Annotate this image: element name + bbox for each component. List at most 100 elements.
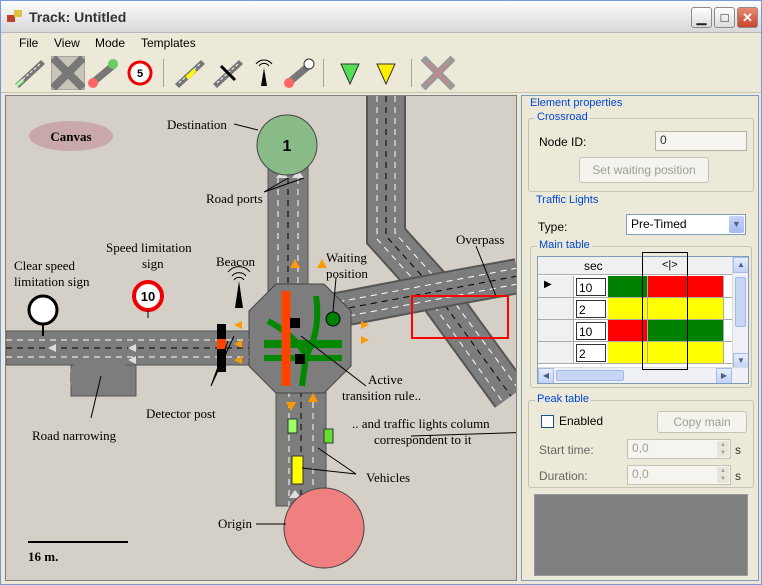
duration-unit: s [735, 469, 741, 483]
start-time-input[interactable]: 0,0 ▲ ▼ [627, 439, 731, 459]
scroll-up-icon[interactable]: ▲ [733, 257, 748, 273]
copy-main-button[interactable]: Copy main [657, 411, 747, 433]
type-select[interactable]: Pre-Timed ▼ [626, 214, 746, 235]
col-sec-header[interactable]: sec [584, 259, 603, 273]
table-row[interactable]: 2 [538, 298, 734, 320]
menu-bar: File View Mode Templates [1, 33, 761, 53]
peak-table-grid [534, 494, 748, 576]
light-cell[interactable] [688, 342, 724, 363]
light-cell[interactable] [688, 298, 724, 319]
duration-label: Duration: [539, 469, 588, 483]
spin-down-icon[interactable]: ▼ [717, 449, 729, 457]
sec-cell[interactable]: 10 [576, 278, 606, 296]
crossroad-tool-icon[interactable] [51, 56, 85, 90]
title-bar: Track: Untitled ▁ □ ✕ [1, 1, 761, 33]
sec-cell[interactable]: 2 [576, 344, 606, 362]
row-header[interactable] [538, 298, 574, 319]
road-tool-icon[interactable] [13, 56, 47, 90]
traffic-lights-title: Traffic Lights [534, 194, 601, 206]
annotation-road-ports: Road ports [206, 191, 263, 206]
connection-tool-icon[interactable] [87, 56, 121, 90]
chevron-down-icon[interactable]: ▼ [729, 216, 744, 233]
type-label: Type: [538, 220, 568, 234]
lane-marking-tool-icon[interactable] [173, 56, 207, 90]
vertical-scrollbar[interactable]: ▲ ▼ [732, 257, 748, 369]
annotation-waiting-1: Waiting [326, 250, 367, 265]
spin-up-icon[interactable]: ▲ [717, 467, 729, 475]
annotation-beacon: Beacon [216, 254, 255, 269]
selected-column-highlight [642, 252, 688, 370]
menu-templates[interactable]: Templates [141, 36, 196, 50]
row-header[interactable] [538, 320, 574, 341]
duration-value: 0,0 [632, 467, 649, 481]
type-select-value: Pre-Timed [631, 217, 687, 231]
track-canvas[interactable]: 1 Canvas 10 Destination Road ports Clear… [5, 95, 517, 581]
spin-up-icon[interactable]: ▲ [717, 441, 729, 449]
start-time-value: 0,0 [632, 441, 649, 455]
annotation-clear-speed-2: limitation sign [14, 274, 90, 289]
annotation-tl-column-2: correspondent to it [374, 432, 472, 447]
minimize-button[interactable]: ▁ [691, 7, 712, 28]
crossroad-title: Crossroad [535, 111, 590, 123]
toolbar: 5 [1, 53, 761, 93]
main-table-title: Main table [537, 239, 592, 251]
speed-sign-value: 10 [141, 289, 155, 304]
table-header [538, 257, 734, 275]
row-header[interactable] [538, 342, 574, 363]
delete-tool-icon[interactable] [421, 56, 455, 90]
annotation-detector: Detector post [146, 406, 216, 421]
annotation-origin: Origin [218, 516, 252, 531]
spin-down-icon[interactable]: ▼ [717, 475, 729, 483]
annotation-vehicles: Vehicles [366, 470, 410, 485]
path-tool-icon[interactable] [283, 56, 317, 90]
beacon-tool-icon[interactable] [247, 56, 281, 90]
sec-cell[interactable]: 2 [576, 300, 606, 318]
svg-text:5: 5 [137, 68, 143, 80]
annotation-overpass: Overpass [456, 232, 504, 247]
detector-tool-icon[interactable] [211, 56, 245, 90]
light-cell[interactable] [688, 276, 724, 297]
scroll-right-icon[interactable]: ▶ [716, 368, 732, 383]
speed-limit-tool-icon[interactable]: 5 [123, 56, 157, 90]
destination-tool-icon[interactable] [369, 56, 403, 90]
origin-tool-icon[interactable] [333, 56, 367, 90]
close-button[interactable]: ✕ [737, 7, 758, 28]
start-time-label: Start time: [539, 443, 594, 457]
node-id-field[interactable]: 0 [655, 131, 747, 151]
menu-view[interactable]: View [54, 36, 80, 50]
annotation-waiting-2: position [326, 266, 368, 281]
node-id-label: Node ID: [539, 135, 587, 149]
duration-input[interactable]: 0,0 ▲ ▼ [627, 465, 731, 485]
peak-table-group: Peak table Enabled Copy main Start time:… [528, 393, 754, 488]
menu-mode[interactable]: Mode [95, 36, 125, 50]
set-waiting-position-button[interactable]: Set waiting position [579, 157, 709, 183]
table-row[interactable]: 2 [538, 342, 734, 364]
scroll-left-icon[interactable]: ◀ [538, 368, 554, 383]
enabled-checkbox[interactable] [541, 415, 554, 428]
peak-table-title: Peak table [535, 393, 591, 405]
annotation-speed-limit-1: Speed limitation [106, 240, 192, 255]
start-time-unit: s [735, 443, 741, 457]
table-row[interactable]: 10 [538, 276, 734, 298]
vertical-scroll-thumb[interactable] [735, 277, 746, 327]
app-window: Track: Untitled ▁ □ ✕ File View Mode Tem… [0, 0, 762, 585]
table-rows: 10 2 10 2 [538, 276, 734, 369]
maximize-button[interactable]: □ [714, 7, 735, 28]
crossroad-group: Crossroad Node ID: 0 Set waiting positio… [528, 111, 754, 192]
table-row[interactable]: 10 [538, 320, 734, 342]
annotation-active-2: transition rule.. [342, 388, 421, 403]
annotation-road-narrowing: Road narrowing [32, 428, 117, 443]
sec-cell[interactable]: 10 [576, 322, 606, 340]
light-cell[interactable] [688, 320, 724, 341]
scale-label: 16 m. [28, 549, 58, 564]
properties-panel: Element properties Crossroad Node ID: 0 … [521, 95, 759, 581]
canvas-label: Canvas [50, 129, 91, 144]
window-title: Track: Untitled [29, 9, 127, 25]
annotation-speed-limit-2: sign [142, 256, 164, 271]
menu-file[interactable]: File [19, 36, 38, 50]
annotation-destination: Destination [167, 117, 227, 132]
current-row-arrow-icon: ▶ [544, 279, 552, 290]
horizontal-scroll-thumb[interactable] [556, 370, 624, 381]
annotation-clear-speed-1: Clear speed [14, 258, 76, 273]
annotation-tl-column-1: .. and traffic lights column [352, 416, 490, 431]
